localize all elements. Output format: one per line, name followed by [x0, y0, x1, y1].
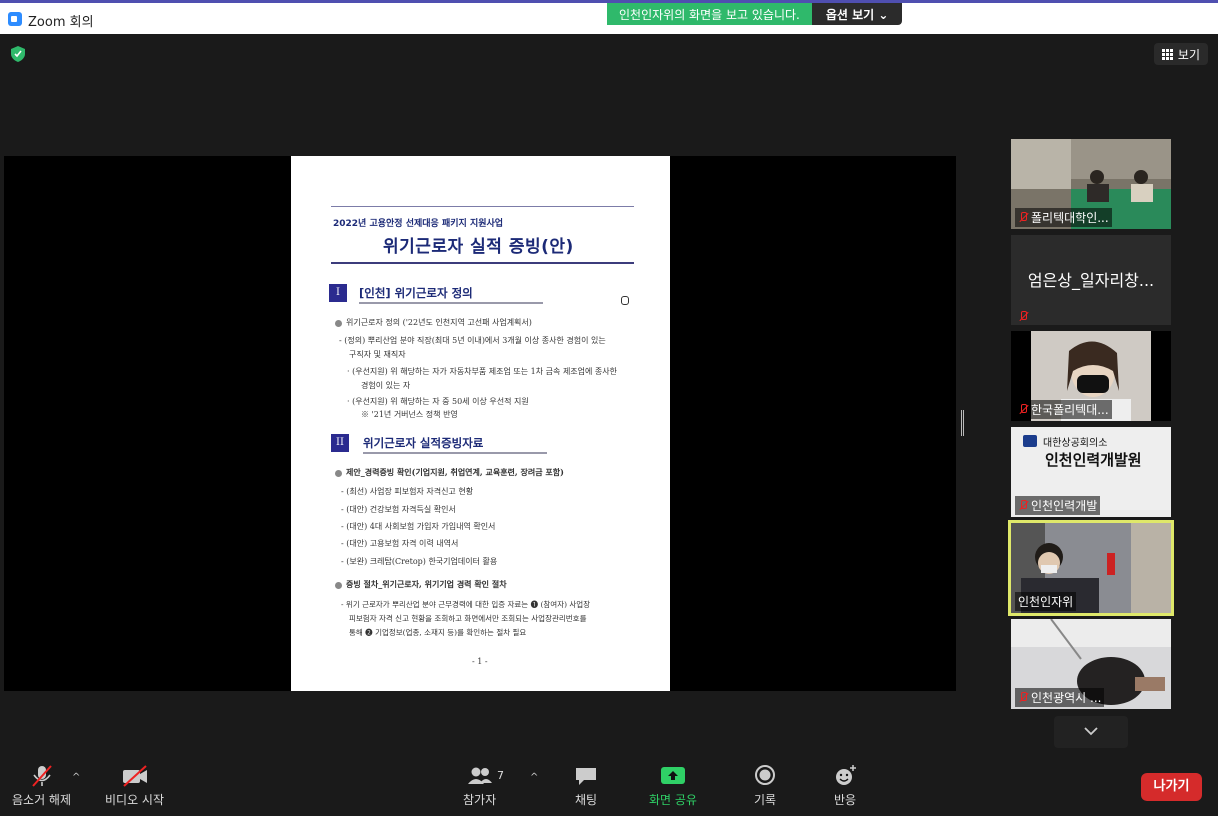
doc-line: 위기근로자 정의 ('22년도 인천지역 고선패 사업계획서): [335, 317, 532, 328]
mic-muted-icon: [1018, 311, 1028, 322]
doc-line: 구직자 및 재직자: [349, 350, 406, 359]
section-title: [인천] 위기근로자 정의: [359, 286, 473, 300]
reactions-button[interactable]: 반응: [832, 764, 858, 808]
mic-muted-icon: [1018, 404, 1028, 415]
participant-display-name: 엄은상_일자리창...: [1027, 271, 1155, 290]
participants-options-caret-icon[interactable]: ^: [530, 772, 538, 783]
doc-header-small: 2022년 고용안정 선제대응 패키지 지원사업: [333, 219, 504, 229]
participant-name: 인천광역시 ...: [1015, 688, 1105, 707]
window-title: Zoom 회의: [28, 15, 94, 30]
chevron-down-icon: [1084, 727, 1098, 736]
panel-resize-handle[interactable]: [961, 410, 964, 436]
share-screen-button[interactable]: 화면 공유: [649, 764, 697, 808]
view-button[interactable]: 보기: [1153, 43, 1208, 65]
doc-line: 통해 ❷ 기업정보(업종, 소재지 등)를 확인하는 절차 필요: [349, 628, 527, 637]
participant-tile[interactable]: 대한상공회의소 인천인력개발원 인천인력개발: [1011, 427, 1171, 517]
logo-org-text: 대한상공회의소: [1043, 438, 1108, 449]
viewing-share-message: 인천인자위의 화면을 보고 있습니다.: [607, 3, 812, 25]
mic-muted-icon: [1018, 212, 1028, 223]
hand-cursor-icon: [621, 296, 629, 305]
section-title: 위기근로자 실적증빙자료: [363, 436, 484, 450]
encryption-shield-icon[interactable]: [11, 46, 25, 62]
doc-line: - (대안) 4대 사회보험 가입자 가입내역 확인서: [341, 522, 496, 531]
participant-name: 한국폴리텍대...: [1015, 400, 1112, 419]
doc-line: 증빙 절차_위기근로자, 위기기업 경력 확인 절차: [335, 579, 507, 590]
page-number: - 1 -: [472, 657, 488, 666]
participants-icon: [467, 767, 492, 784]
section-number: I: [329, 284, 347, 302]
doc-line: - (보완) 크레탑(Cretop) 한국기업데이터 활용: [341, 557, 498, 566]
share-screen-icon: [660, 767, 685, 784]
record-icon: [755, 765, 775, 785]
shared-document: 2022년 고용안정 선제대응 패키지 지원사업 위기근로자 실적 증빙(안) …: [291, 156, 670, 691]
emoji-reaction-icon: [836, 765, 856, 785]
scroll-participants-down-button[interactable]: [1054, 716, 1128, 748]
doc-line: · (우선지원) 위 해당하는 자 중 50세 이상 우선적 지원: [347, 397, 529, 406]
doc-header-title: 위기근로자 실적 증빙(안): [383, 237, 574, 257]
participant-name: 인천인자위: [1015, 592, 1077, 611]
chat-button[interactable]: 채팅: [573, 764, 599, 808]
participant-name: 폴리텍대학인...: [1015, 208, 1112, 227]
meeting-toolbar: 음소거 해제 ^ 비디오 시작 참가자 7 ^ 채팅 화면 공유 기록 반응 나…: [0, 760, 1218, 816]
video-off-icon: [122, 765, 147, 787]
doc-line: ※ '21년 거버넌스 정책 반영: [361, 410, 458, 419]
doc-line: 피보험자 자격 신고 현황을 조회하고 화면에서만 조회되는 사업장관리번호를: [349, 614, 587, 623]
start-video-button[interactable]: 비디오 시작: [105, 764, 164, 808]
participant-name: 인천인력개발: [1015, 496, 1101, 515]
participant-tile[interactable]: 폴리텍대학인...: [1011, 139, 1171, 229]
shared-screen: 2022년 고용안정 선제대응 패키지 지원사업 위기근로자 실적 증빙(안) …: [4, 156, 956, 691]
participants-button[interactable]: 참가자: [463, 764, 496, 808]
logo-title-text: 인천인력개발원: [1045, 451, 1142, 469]
doc-line: 경험이 있는 자: [361, 381, 411, 390]
participant-name: [1015, 310, 1031, 323]
mic-muted-icon: [1018, 692, 1028, 703]
section-number: II: [331, 434, 349, 452]
doc-line: 제안_경력증빙 확인(기업지원, 취업연계, 교육훈련, 장려금 포함): [335, 467, 564, 478]
unmute-button[interactable]: 음소거 해제: [12, 764, 71, 808]
doc-line: - (정의) 뿌리산업 분야 직장(최대 5년 이내)에서 3개월 이상 종사한…: [339, 336, 606, 345]
participant-count: 7: [497, 769, 504, 782]
mic-muted-icon: [31, 765, 52, 787]
leave-meeting-button[interactable]: 나가기: [1141, 773, 1202, 801]
screen-share-banner: 인천인자위의 화면을 보고 있습니다. 옵션 보기 ⌄: [607, 3, 903, 25]
doc-line: - (최선) 사업장 피보험자 자격신고 현황: [341, 487, 474, 496]
mic-muted-icon: [1018, 500, 1028, 511]
participant-tile-active-speaker[interactable]: 인천인자위: [1008, 520, 1174, 616]
meeting-area: 보기 2022년 고용안정 선제대응 패키지 지원사업 위기근로자 실적 증빙(…: [0, 34, 1218, 760]
record-button[interactable]: 기록: [752, 764, 778, 808]
participant-tile[interactable]: 인천광역시 ...: [1011, 619, 1171, 709]
doc-line: · (우선지원) 위 해당하는 자가 자동차부품 제조업 또는 1차 금속 제조…: [347, 367, 618, 376]
view-options-button[interactable]: 옵션 보기 ⌄: [811, 3, 903, 25]
audio-options-caret-icon[interactable]: ^: [72, 772, 80, 783]
view-button-label: 보기: [1177, 47, 1200, 62]
participant-tile[interactable]: 한국폴리텍대...: [1011, 331, 1171, 421]
chamber-logo-icon: [1023, 435, 1037, 447]
doc-line: - 위기 근로자가 뿌리산업 분야 근무경력에 대한 입증 자료는 ❶ (참여자…: [341, 600, 591, 609]
zoom-logo-icon: [8, 12, 22, 26]
doc-line: - (대안) 건강보험 자격득실 확인서: [341, 505, 456, 514]
chat-icon: [576, 768, 596, 785]
participant-tile[interactable]: 엄은상_일자리창...: [1011, 235, 1171, 325]
grid-icon: [1161, 48, 1173, 60]
doc-line: - (대안) 고용보험 자격 이력 내역서: [341, 539, 459, 548]
